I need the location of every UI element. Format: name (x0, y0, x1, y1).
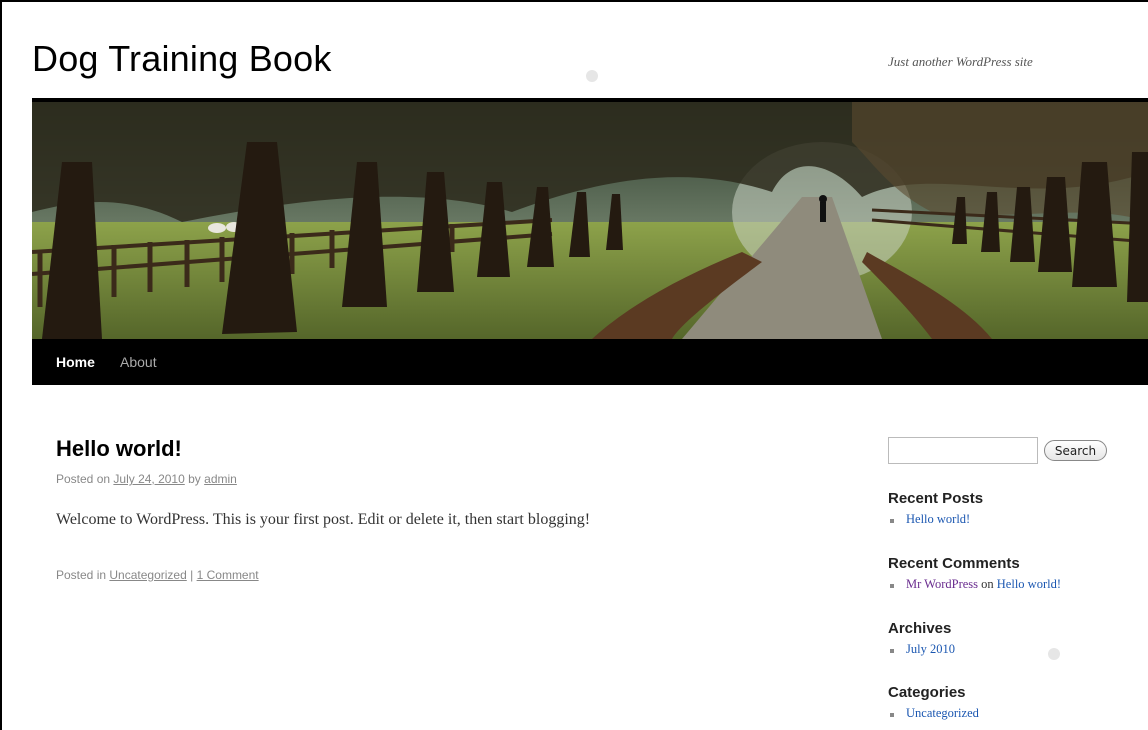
comment-author-link[interactable]: Mr WordPress (906, 577, 978, 591)
recent-comments-list: Mr WordPress on Hello world! (888, 577, 1061, 592)
tree-lined-path-image (32, 102, 1148, 339)
main-navigation: Home About (32, 339, 1148, 385)
list-item: Uncategorized (888, 706, 979, 721)
post-meta: Posted on July 24, 2010 by admin (56, 472, 237, 486)
archives-list: July 2010 (888, 642, 955, 657)
post-author-link[interactable]: admin (204, 472, 237, 486)
categories-list: Uncategorized (888, 706, 979, 721)
post-footer-prefix: Posted in (56, 568, 107, 582)
watermark-dot (1048, 648, 1060, 660)
list-item: Hello world! (888, 512, 970, 527)
list-item: Mr WordPress on Hello world! (888, 577, 1061, 592)
nav-item-home[interactable]: Home (56, 354, 95, 370)
post-footer-separator: | (190, 568, 194, 582)
comment-post-link[interactable]: Hello world! (997, 577, 1061, 591)
watermark-dot (586, 70, 598, 82)
category-link[interactable]: Uncategorized (906, 706, 979, 720)
recent-posts-title: Recent Posts (888, 490, 984, 507)
header-banner-image (32, 102, 1148, 339)
list-item: July 2010 (888, 642, 955, 657)
recent-comments-title: Recent Comments (888, 555, 1020, 572)
post-meta-by: by (188, 472, 201, 486)
post-date-link[interactable]: July 24, 2010 (113, 472, 184, 486)
post-content: Welcome to WordPress. This is your first… (56, 511, 591, 528)
archive-link[interactable]: July 2010 (906, 642, 955, 656)
search-button[interactable]: Search (1044, 440, 1107, 461)
recent-post-link[interactable]: Hello world! (906, 512, 970, 526)
post-category-link[interactable]: Uncategorized (109, 568, 186, 582)
nav-item-about[interactable]: About (120, 354, 157, 370)
site-tagline: Just another WordPress site (888, 54, 1033, 69)
post-meta-prefix: Posted on (56, 472, 111, 486)
site-title[interactable]: Dog Training Book (32, 38, 332, 80)
post-footer: Posted in Uncategorized | 1 Comment (56, 568, 259, 582)
post-title[interactable]: Hello world! (56, 436, 182, 462)
search-input[interactable] (888, 437, 1038, 464)
post-comments-link[interactable]: 1 Comment (197, 568, 259, 582)
archives-title: Archives (888, 620, 952, 637)
recent-posts-list: Hello world! (888, 512, 970, 527)
comment-on-text: on (981, 577, 994, 591)
categories-title: Categories (888, 684, 966, 701)
